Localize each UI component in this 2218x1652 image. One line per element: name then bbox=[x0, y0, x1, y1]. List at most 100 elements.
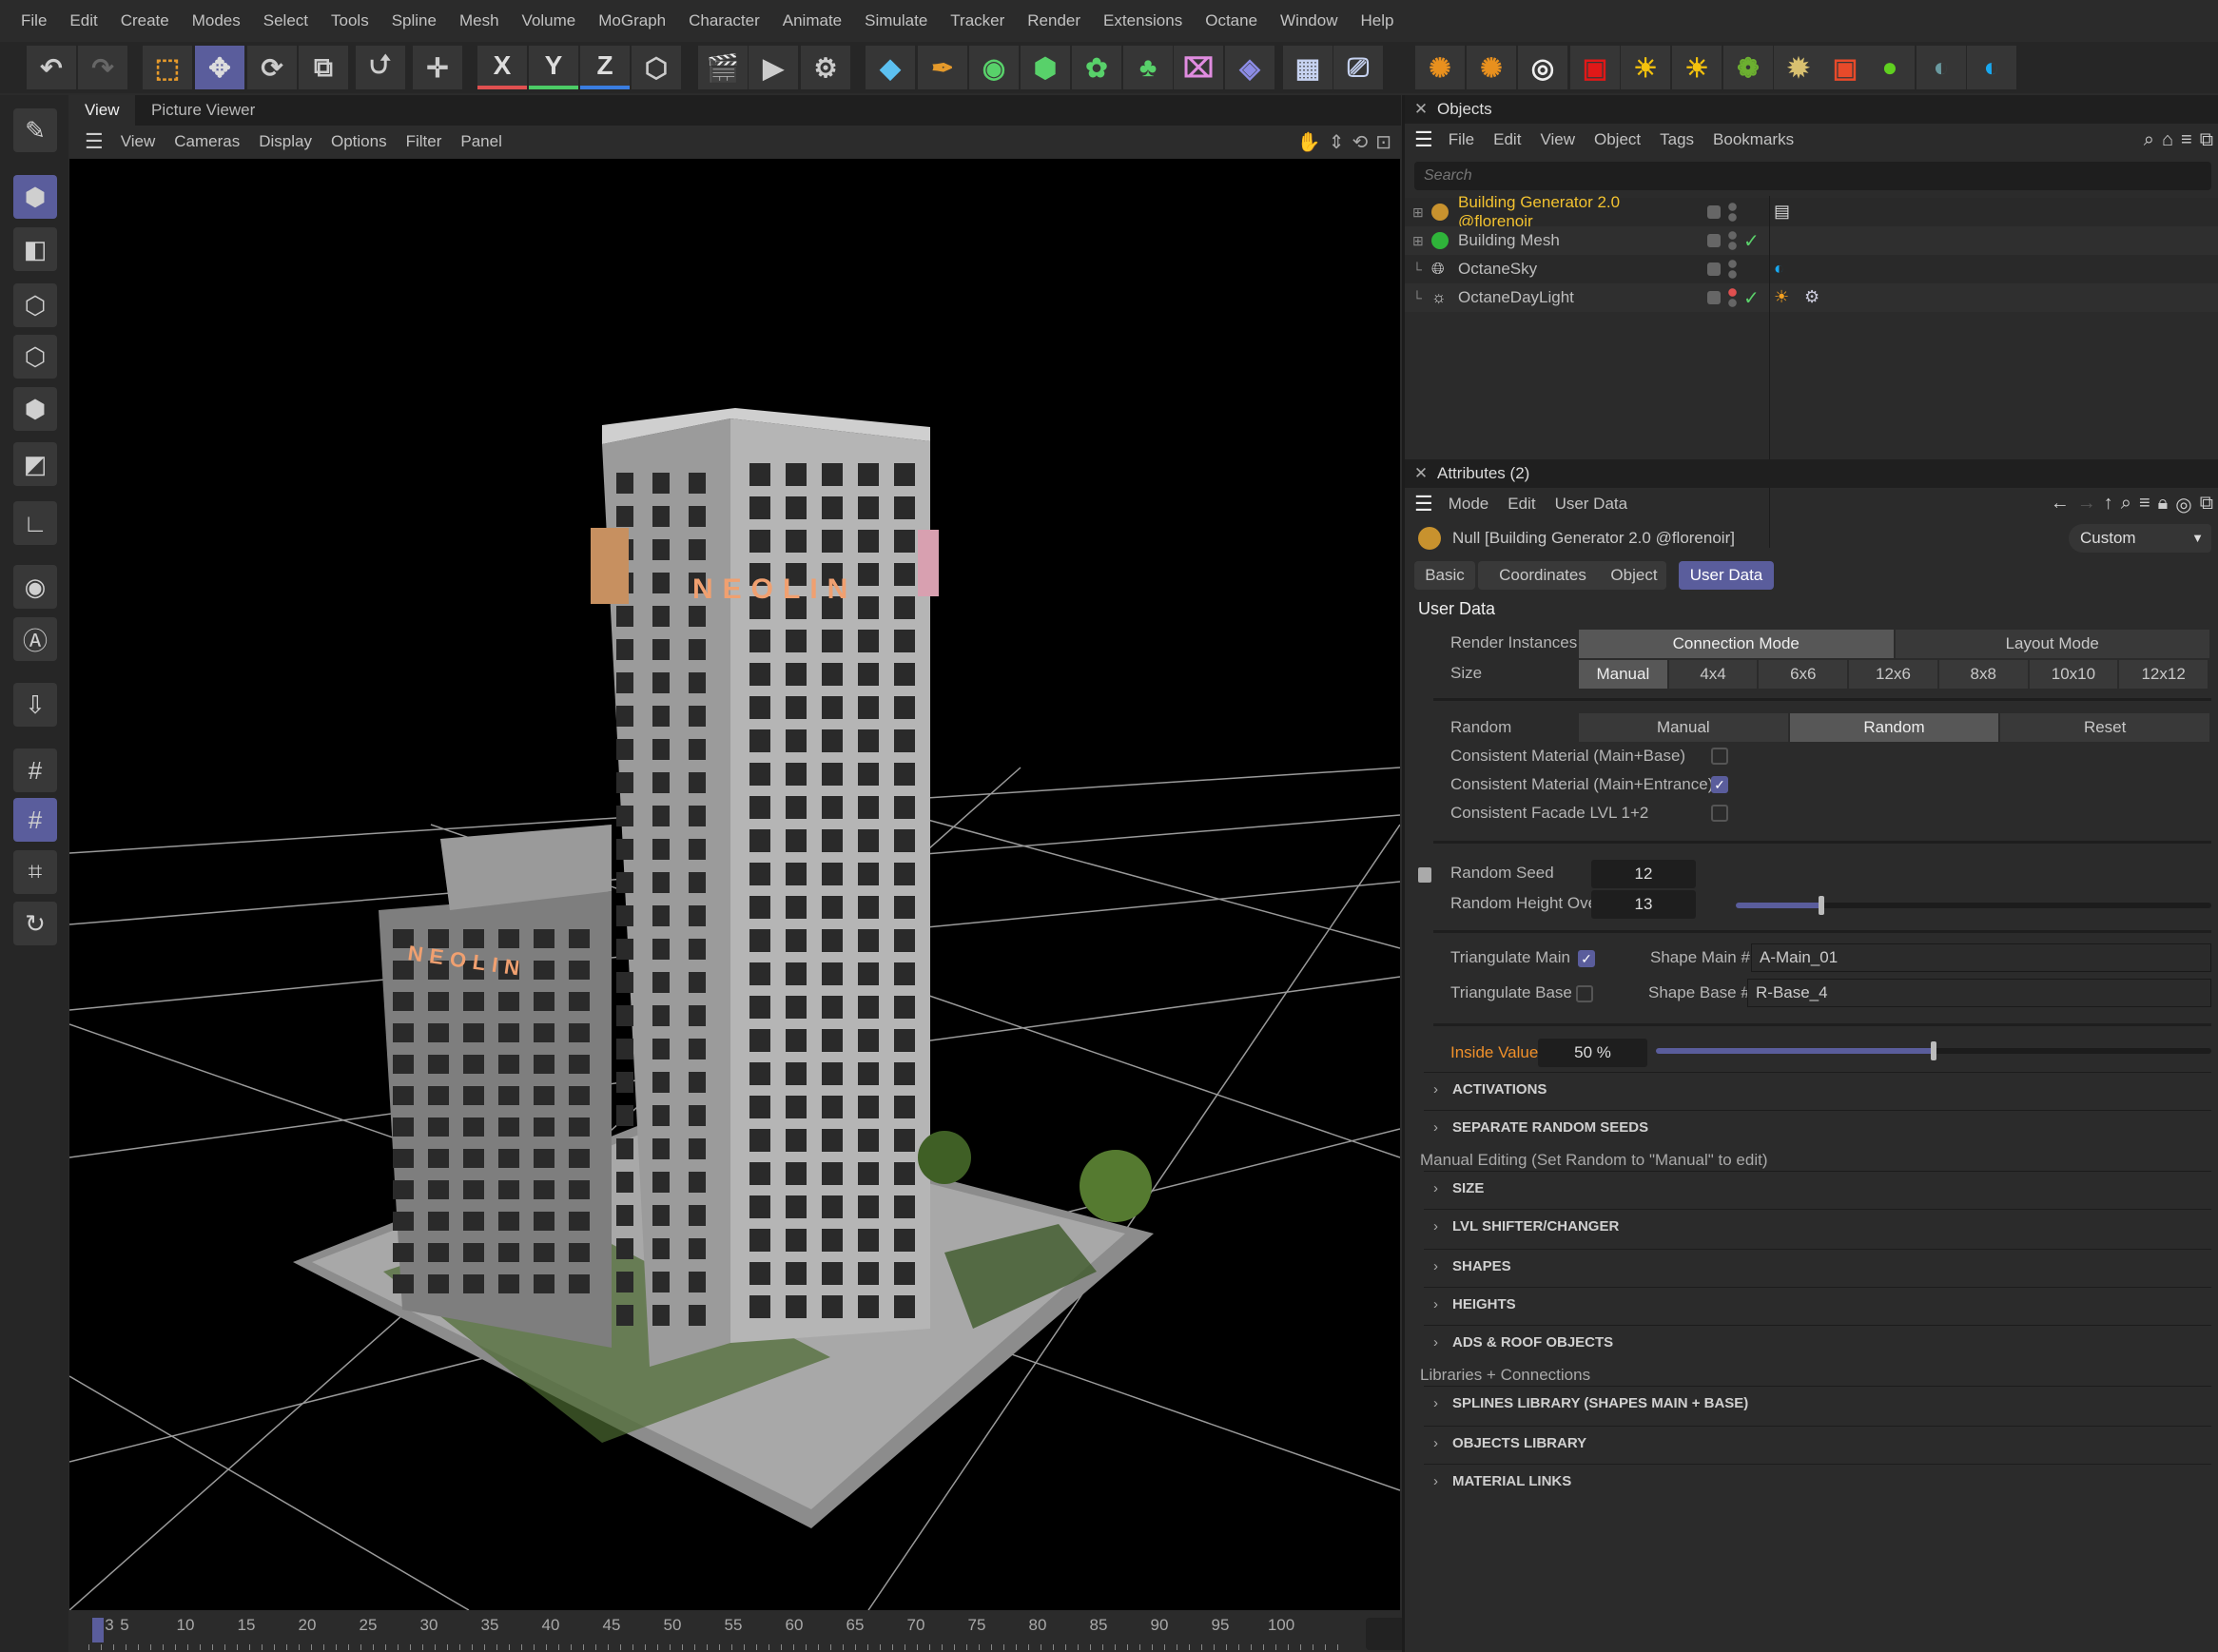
scale-icon[interactable]: ⧉ bbox=[299, 46, 348, 89]
workplane-lock-icon[interactable]: # bbox=[13, 798, 57, 842]
editor-visibility-icon[interactable] bbox=[1707, 291, 1721, 304]
live-selection-icon[interactable]: ⬚ bbox=[143, 46, 192, 89]
size-10x10[interactable]: 10x10 bbox=[2029, 660, 2118, 689]
workplane-axis-icon[interactable]: ⌗ bbox=[13, 850, 57, 894]
rotate-view-icon[interactable]: ↻ bbox=[13, 902, 57, 945]
collapsible-group[interactable]: › MATERIAL LINKS bbox=[1433, 1473, 1571, 1489]
y-axis-icon[interactable]: Y bbox=[529, 46, 578, 89]
checkbox[interactable] bbox=[1711, 748, 1728, 765]
polygons-mode-icon[interactable]: ⬢ bbox=[13, 387, 57, 431]
orbit-icon[interactable]: ⟲ bbox=[1352, 130, 1368, 154]
forward-icon[interactable]: → bbox=[2077, 493, 2096, 516]
object-name[interactable]: OctaneDayLight bbox=[1458, 288, 1696, 307]
expand-icon[interactable]: ⊞ bbox=[1412, 233, 1431, 249]
attributes-menu-edit[interactable]: Edit bbox=[1498, 495, 1545, 514]
lock-icon[interactable]: 🔒︎ bbox=[2158, 493, 2169, 516]
timeline[interactable]: 3 5 10 15 20 25 30 35 40 45 50 55 60 65 70 75 80 85 90 95 1… bbox=[69, 1610, 1470, 1652]
size-manual[interactable]: Manual bbox=[1579, 660, 1667, 689]
random-height-field[interactable]: 13 bbox=[1591, 890, 1696, 919]
random-manual[interactable]: Manual bbox=[1579, 713, 1788, 742]
visibility-dots[interactable] bbox=[1728, 259, 1737, 280]
hamburger-icon[interactable]: ☰ bbox=[1414, 127, 1439, 152]
editor-visibility-icon[interactable] bbox=[1707, 205, 1721, 219]
menu-window[interactable]: Window bbox=[1269, 11, 1349, 30]
close-icon[interactable]: ✕ bbox=[1405, 100, 1437, 119]
editor-visibility-icon[interactable] bbox=[1707, 262, 1721, 276]
editor-visibility-icon[interactable] bbox=[1707, 234, 1721, 247]
popout-icon[interactable]: ⧉ bbox=[2200, 129, 2213, 151]
tab-view[interactable]: View bbox=[69, 95, 135, 126]
render-picture-viewer-icon[interactable]: ▶ bbox=[749, 46, 798, 89]
search-icon[interactable]: ⌕ bbox=[2121, 493, 2131, 516]
triangulate-base-checkbox[interactable] bbox=[1576, 985, 1593, 1002]
octane-tag-icon[interactable]: ⚙ bbox=[1804, 287, 1819, 307]
shape-base-field[interactable]: R-Base_4 bbox=[1747, 979, 2211, 1007]
uv-mode-icon[interactable]: ◩ bbox=[13, 442, 57, 486]
menu-animate[interactable]: Animate bbox=[771, 11, 853, 30]
3d-viewport[interactable]: NEOLIN NEOLIN bbox=[69, 159, 1400, 1610]
menu-volume[interactable]: Volume bbox=[511, 11, 588, 30]
extrude-icon[interactable]: ⬢ bbox=[1021, 46, 1070, 89]
menu-edit[interactable]: Edit bbox=[58, 11, 108, 30]
slider-handle[interactable] bbox=[1819, 896, 1824, 915]
objects-menu-bookmarks[interactable]: Bookmarks bbox=[1703, 130, 1803, 149]
render-mode-connection-mode[interactable]: Connection Mode bbox=[1579, 630, 1894, 658]
dolly-icon[interactable]: ⇕ bbox=[1329, 130, 1345, 154]
preset-dropdown[interactable]: Custom ▼ bbox=[2069, 524, 2211, 553]
viewport-menu-view[interactable]: View bbox=[111, 132, 165, 151]
objects-menu-object[interactable]: Object bbox=[1585, 130, 1650, 149]
playhead[interactable] bbox=[92, 1618, 104, 1642]
object-row[interactable]: ⊞ Building Mesh ✓ bbox=[1405, 226, 2218, 255]
close-icon[interactable]: ✕ bbox=[1405, 464, 1437, 483]
octane-arealight-icon[interactable]: ✹ bbox=[1774, 46, 1823, 89]
slider-handle[interactable] bbox=[1931, 1041, 1936, 1060]
floor-grid-icon[interactable]: ▦ bbox=[1283, 46, 1333, 89]
redo-icon[interactable]: ↷ bbox=[78, 46, 127, 89]
octane-env-icon[interactable]: ◐ bbox=[1916, 46, 1966, 89]
shape-main-field[interactable]: A-Main_01 bbox=[1751, 943, 2211, 972]
viewport-menu-options[interactable]: Options bbox=[321, 132, 397, 151]
size-6x6[interactable]: 6x6 bbox=[1759, 660, 1848, 689]
transform-icon[interactable]: ✛ bbox=[413, 46, 462, 89]
object-row[interactable]: └ 🌐︎ OctaneSky bbox=[1405, 255, 2218, 283]
move-icon[interactable]: ✥ bbox=[195, 46, 244, 89]
menu-help[interactable]: Help bbox=[1350, 11, 1406, 30]
hamburger-icon[interactable]: ☰ bbox=[77, 129, 111, 154]
octane-light-icon[interactable]: ☀ bbox=[1672, 46, 1722, 89]
tab-object[interactable]: Object bbox=[1602, 561, 1666, 590]
octane-sky-tag-icon[interactable]: ◐ bbox=[1774, 259, 1784, 279]
visibility-dots[interactable] bbox=[1728, 230, 1737, 251]
octane-target-icon[interactable]: ◎ bbox=[1518, 46, 1567, 89]
subdivision-icon[interactable]: ◉ bbox=[969, 46, 1019, 89]
collapsible-group[interactable]: › HEIGHTS bbox=[1433, 1296, 1516, 1312]
checkbox[interactable] bbox=[1711, 805, 1728, 822]
enabled-check-icon[interactable]: ✓ bbox=[1743, 229, 1760, 253]
up-icon[interactable]: ↑ bbox=[2104, 493, 2113, 516]
keyframe-icon[interactable] bbox=[1418, 867, 1431, 883]
size-12x12[interactable]: 12x12 bbox=[2119, 660, 2208, 689]
octane-vdb-icon[interactable]: ❁ bbox=[1723, 46, 1773, 89]
viewport-menu-filter[interactable]: Filter bbox=[397, 132, 452, 151]
random-seed-field[interactable]: 12 bbox=[1591, 860, 1696, 888]
popout-icon[interactable]: ⧉ bbox=[2200, 493, 2213, 516]
octane-sky-icon[interactable]: ◐ bbox=[1967, 46, 2016, 89]
menu-spline[interactable]: Spline bbox=[380, 11, 448, 30]
tab-user-data[interactable]: User Data bbox=[1679, 561, 1774, 590]
collapsible-group[interactable]: › SIZE bbox=[1433, 1180, 1484, 1196]
axis-mode-icon[interactable]: ∟ bbox=[13, 501, 57, 545]
random-reset[interactable]: Reset bbox=[2000, 713, 2209, 742]
menu-mograph[interactable]: MoGraph bbox=[587, 11, 677, 30]
random-random[interactable]: Random bbox=[1789, 713, 1999, 742]
spline-mask-icon[interactable]: ◈ bbox=[1225, 46, 1274, 89]
object-name[interactable]: Building Generator 2.0 @florenoir bbox=[1458, 193, 1696, 231]
menu-file[interactable]: File bbox=[10, 11, 58, 30]
edit-mode-icon[interactable]: ✎ bbox=[13, 108, 57, 152]
render-mode-layout-mode[interactable]: Layout Mode bbox=[1895, 630, 2209, 658]
model-mode-icon[interactable]: ⬢ bbox=[13, 175, 57, 219]
tab-coordinates[interactable]: Coordinates bbox=[1478, 561, 1607, 590]
collapsible-group[interactable]: › SEPARATE RANDOM SEEDS bbox=[1433, 1119, 1648, 1136]
back-icon[interactable]: ← bbox=[2051, 493, 2070, 516]
object-name[interactable]: Building Mesh bbox=[1458, 231, 1696, 250]
octane-camera-icon[interactable]: ▣ bbox=[1570, 46, 1620, 89]
collapsible-group[interactable]: › LVL SHIFTER/CHANGER bbox=[1433, 1218, 1619, 1234]
